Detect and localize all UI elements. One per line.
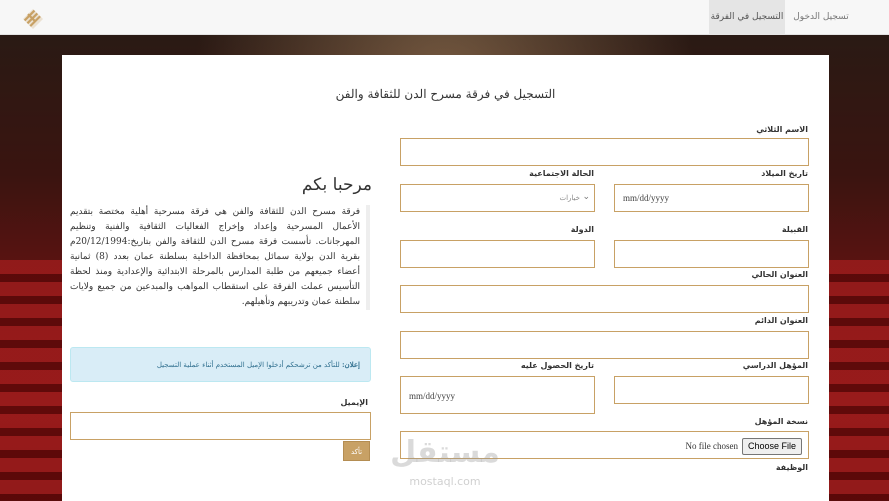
theatre-seats-left <box>0 260 62 500</box>
notice-label: إعلان: <box>341 360 360 369</box>
current-address-label: العنوان الحالي <box>751 270 808 279</box>
nav-login[interactable]: تسجيل الدخول <box>787 0 855 35</box>
full-name-label: الاسم الثلاثي <box>756 125 808 134</box>
nav-register[interactable]: التسجيل في الفرقة <box>709 0 785 35</box>
tribe-input[interactable] <box>614 240 809 268</box>
qualification-date-label: تاريخ الحصول عليه <box>520 361 594 370</box>
watermark-url: mostaql.com <box>409 475 481 488</box>
confirm-button[interactable]: تأكد <box>343 441 370 461</box>
qualification-label: المؤهل الدراسي <box>742 361 808 370</box>
email-input[interactable] <box>70 412 371 440</box>
permanent-address-input[interactable] <box>400 331 809 359</box>
job-label: الوظيفة <box>775 463 808 472</box>
permanent-address-label: العنوان الدائم <box>754 316 808 325</box>
diamond-stripes-logo-icon[interactable] <box>22 8 44 30</box>
notice-text: للتأكد من ترشحكم أدخلوا الإميل المستخدم … <box>156 361 340 369</box>
birth-date-placeholder: mm/dd/yyyy <box>623 193 670 203</box>
qualification-copy-label: نسخة المؤهل <box>754 417 808 426</box>
tribe-label: القبيلة <box>781 225 808 234</box>
email-label: الإيميل <box>340 398 368 407</box>
intro-text: فرقة مسرح الدن للثقافة والفن هي فرقة مسر… <box>70 205 370 310</box>
qualification-input[interactable] <box>614 376 809 404</box>
qualification-date-placeholder: mm/dd/yyyy <box>409 391 456 401</box>
country-input[interactable] <box>400 240 595 268</box>
file-status-text: No file chosen <box>685 441 738 451</box>
navbar: التسجيل في الفرقة تسجيل الدخول <box>0 0 889 35</box>
marital-status-selected: خيارات <box>559 194 581 202</box>
welcome-heading: مرحبا بكم <box>301 175 372 195</box>
page-title: التسجيل في فرقة مسرح الدن للثقافة والفن <box>335 87 556 101</box>
notice-alert: إعلان: للتأكد من ترشحكم أدخلوا الإميل ال… <box>70 347 371 382</box>
marital-status-select[interactable]: خيارات ⌄ <box>400 184 595 212</box>
choose-file-button[interactable]: Choose File <box>741 438 802 455</box>
birth-date-input[interactable]: mm/dd/yyyy <box>614 184 809 212</box>
theatre-seats-right <box>829 260 889 500</box>
watermark-logo: مستقل <box>390 435 500 470</box>
birth-date-label: تاريخ الميلاد <box>761 169 808 178</box>
full-name-input[interactable] <box>400 138 809 166</box>
marital-status-label: الحالة الاجتماعية <box>529 169 594 178</box>
qualification-date-input[interactable]: mm/dd/yyyy <box>400 376 595 414</box>
chevron-down-icon: ⌄ <box>582 191 590 201</box>
current-address-input[interactable] <box>400 285 809 313</box>
country-label: الدولة <box>570 225 594 234</box>
